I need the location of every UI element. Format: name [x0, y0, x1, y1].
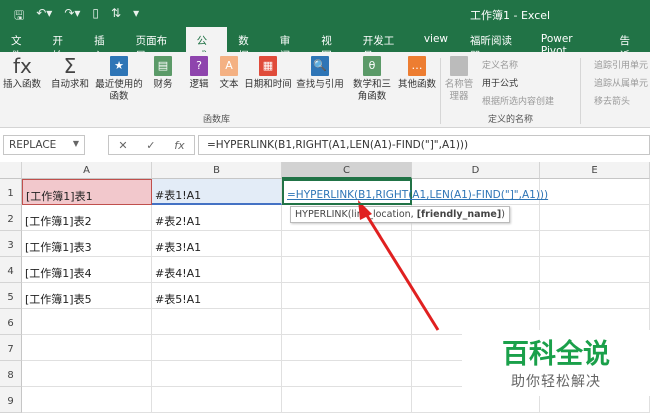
watermark: 百科全说 助你轻松解决	[462, 330, 650, 396]
cell-C1[interactable]: =HYPERLINK(B1,RIGHT(A1,LEN(A1)-FIND("]",…	[282, 179, 548, 205]
watermark-subtitle: 助你轻松解决	[511, 374, 601, 390]
watermark-title: 百科全说	[502, 339, 610, 370]
